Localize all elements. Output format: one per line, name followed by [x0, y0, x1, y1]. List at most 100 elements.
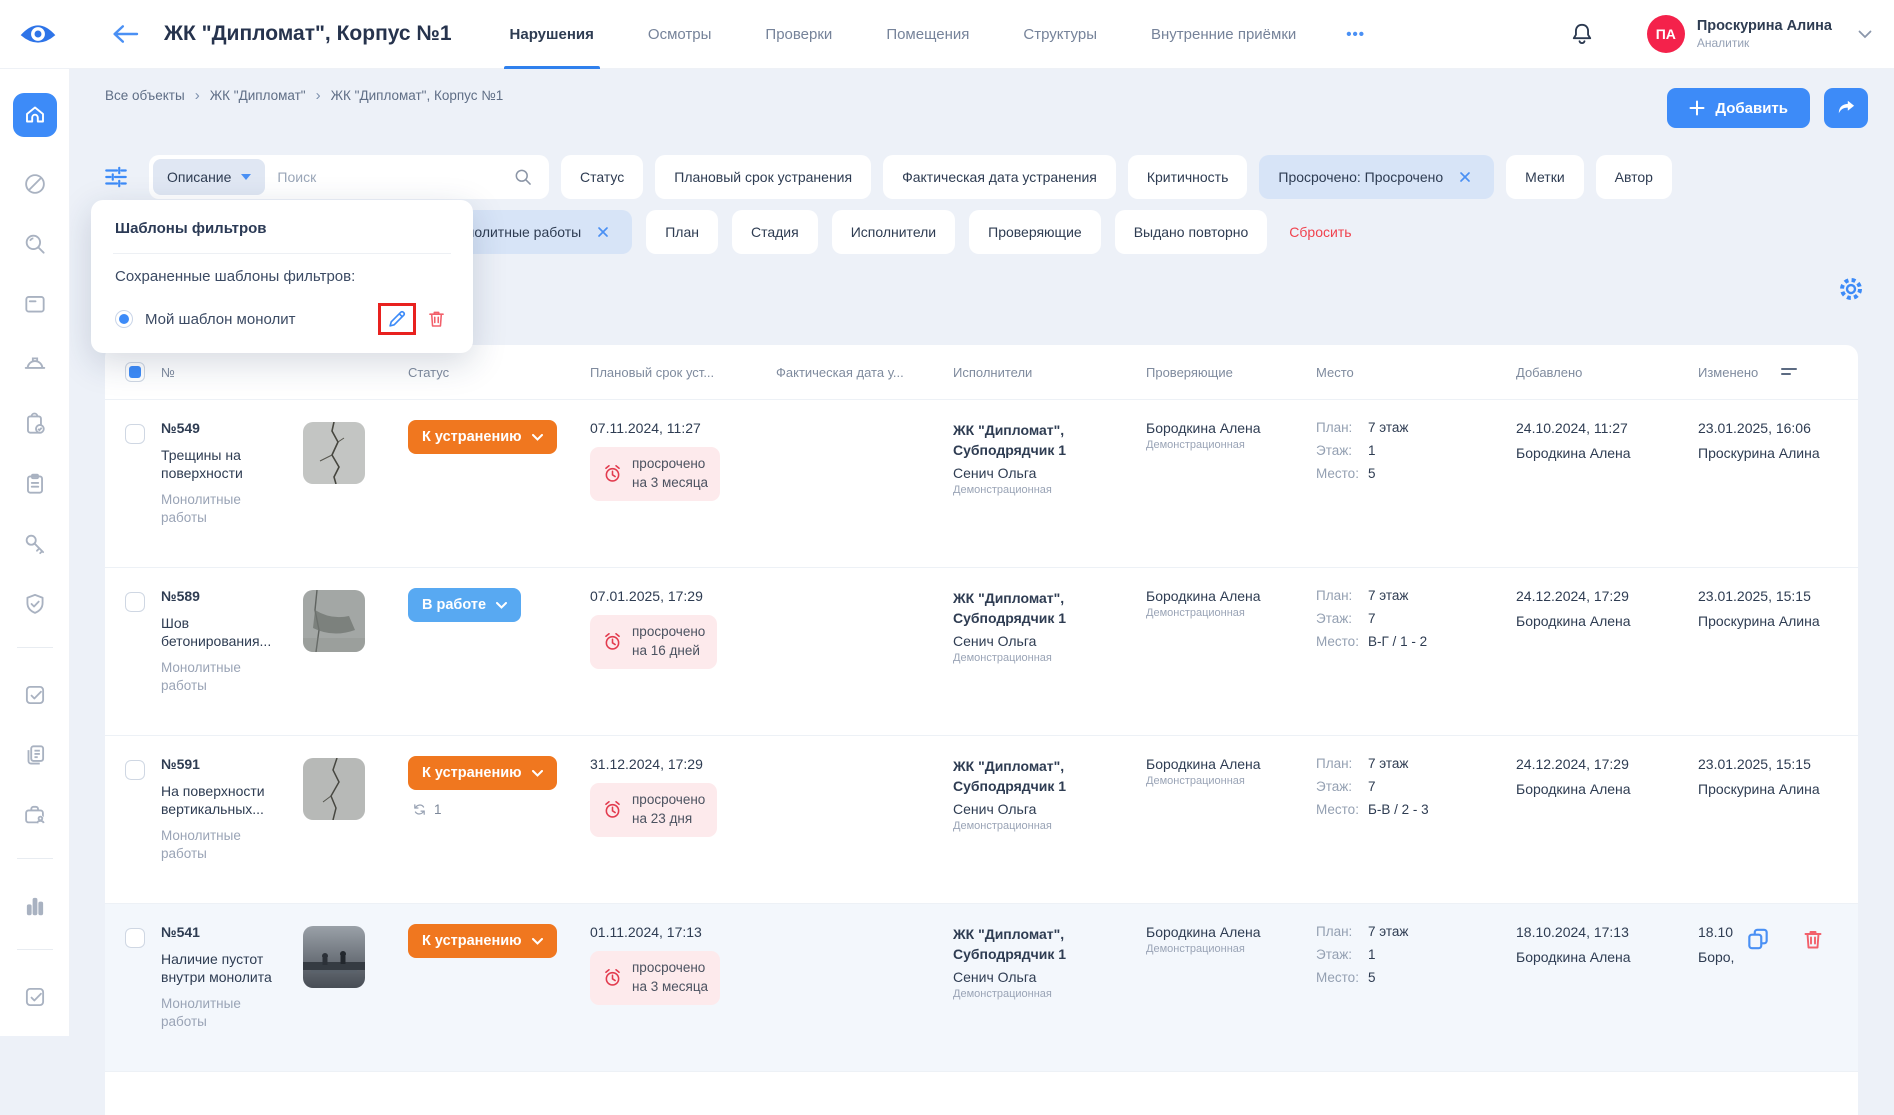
sort-icon[interactable] — [1781, 367, 1797, 379]
violation-photo-thumbnail[interactable] — [303, 422, 365, 484]
row-checkbox[interactable] — [125, 424, 145, 444]
copy-violation-button[interactable] — [1745, 926, 1771, 952]
table-row[interactable]: №549 Трещины на поверхности Монолитные р… — [105, 400, 1858, 568]
shield-check-icon — [22, 591, 48, 617]
remove-filter-x-icon[interactable] — [1455, 167, 1475, 187]
sidebar-item-keys[interactable] — [22, 531, 48, 557]
row-hover-actions — [1745, 926, 1825, 952]
share-arrow-icon — [1836, 99, 1856, 117]
sidebar-item-reports[interactable] — [22, 742, 48, 768]
sidebar-item-search[interactable] — [22, 231, 48, 257]
breadcrumb-building[interactable]: ЖК "Дипломат", Корпус №1 — [331, 88, 504, 103]
sidebar-item-approvals[interactable] — [22, 984, 48, 1010]
filter-pill-reissued[interactable]: Выдано повторно — [1115, 210, 1268, 254]
search-magnifier-icon — [513, 167, 533, 187]
tab-structures[interactable]: Структуры — [1023, 0, 1097, 69]
sidebar-item-home[interactable] — [13, 93, 57, 137]
remove-filter-x-icon[interactable] — [593, 222, 613, 242]
filter-pill-planned-date[interactable]: Плановый срок устранения — [655, 155, 871, 199]
filter-pill-stage[interactable]: Стадия — [732, 210, 818, 254]
more-tabs-ellipsis-icon[interactable]: ••• — [1346, 26, 1365, 43]
sidebar-item-warranty[interactable] — [22, 591, 48, 617]
planned-date: 07.01.2025, 17:29 — [590, 588, 758, 604]
filter-pill-overdue-active[interactable]: Просрочено: Просрочено — [1259, 155, 1494, 199]
executor-person: Сенич Ольга — [953, 801, 1129, 817]
reset-filters-button[interactable]: Сбросить — [1289, 224, 1351, 240]
sidebar-item-tasks[interactable] — [22, 682, 48, 708]
filter-pill-actual-date[interactable]: Фактическая дата устранения — [883, 155, 1116, 199]
breadcrumb-all-objects[interactable]: Все объекты — [105, 88, 185, 103]
sidebar-item-documents-card[interactable] — [22, 291, 48, 317]
tab-violations[interactable]: Нарушения — [510, 0, 594, 69]
delete-violation-button[interactable] — [1801, 927, 1825, 952]
table-row[interactable]: №591 На поверхности вертикальных... Моно… — [105, 736, 1858, 904]
task-check-icon — [22, 682, 48, 708]
filter-bar: Описание Статус Плановый срок устранения… — [103, 155, 1672, 199]
breadcrumb-project[interactable]: ЖК "Дипломат" — [210, 88, 306, 103]
status-button[interactable]: К устранению — [408, 420, 557, 454]
alarm-clock-icon — [602, 799, 623, 820]
status-button[interactable]: К устранению — [408, 756, 557, 790]
sidebar-item-construction[interactable] — [22, 351, 48, 377]
sidebar-item-inspections[interactable] — [22, 411, 48, 437]
violation-title: На поверхности вертикальных... — [161, 782, 285, 818]
tab-internal-acceptances[interactable]: Внутренние приёмки — [1151, 0, 1296, 69]
reviewer-note: Демонстрационная — [1146, 607, 1306, 619]
export-share-button[interactable] — [1824, 88, 1868, 128]
table-settings-gear-button[interactable] — [1834, 273, 1868, 307]
filter-pill-executors[interactable]: Исполнители — [832, 210, 955, 254]
tab-checks[interactable]: Проверки — [765, 0, 832, 69]
added-date: 24.12.2024, 17:29 — [1516, 588, 1686, 604]
status-button[interactable]: В работе — [408, 588, 521, 622]
planned-date: 01.11.2024, 17:13 — [590, 924, 758, 940]
col-header-number: № — [161, 365, 175, 380]
filter-pill-status[interactable]: Статус — [561, 155, 643, 199]
search-input[interactable] — [265, 169, 513, 185]
table-row[interactable]: №589 Шов бетонирования... Монолитные раб… — [105, 568, 1858, 736]
violation-photo-thumbnail[interactable] — [303, 590, 365, 652]
alarm-clock-icon — [602, 631, 623, 652]
violation-category: Монолитные работы — [161, 659, 285, 694]
delete-template-button[interactable] — [426, 308, 447, 330]
filter-pill-criticality[interactable]: Критичность — [1128, 155, 1248, 199]
select-all-checkbox[interactable] — [125, 362, 145, 382]
sidebar-item-contractors[interactable] — [22, 802, 48, 828]
changed-date: 23.01.2025, 15:15 — [1698, 588, 1853, 604]
tab-inspections[interactable]: Осмотры — [648, 0, 712, 69]
filter-bar-row2: Монолитные работы План Стадия Исполнител… — [428, 210, 1352, 254]
notifications-bell-icon[interactable] — [1569, 21, 1595, 47]
violation-photo-thumbnail[interactable] — [303, 926, 365, 988]
search-field-dropdown[interactable]: Описание — [153, 159, 265, 195]
reviewer-note: Демонстрационная — [1146, 439, 1306, 451]
row-checkbox[interactable] — [125, 760, 145, 780]
copy-icon — [1745, 926, 1771, 952]
row-checkbox[interactable] — [125, 592, 145, 612]
user-avatar[interactable]: ПА — [1647, 15, 1685, 53]
user-role: Аналитик — [1697, 36, 1832, 51]
sidebar-item-analytics[interactable] — [22, 893, 48, 919]
sidebar-item-checklists[interactable] — [22, 471, 48, 497]
template-radio-selected[interactable] — [115, 310, 133, 328]
filter-settings-button[interactable] — [103, 160, 137, 194]
tab-rooms[interactable]: Помещения — [886, 0, 969, 69]
back-arrow-icon[interactable] — [110, 22, 140, 46]
place-spot-value: 5 — [1368, 466, 1501, 481]
table-row[interactable]: №541 Наличие пустот внутри монолита Моно… — [105, 904, 1858, 1072]
row-checkbox[interactable] — [125, 928, 145, 948]
place-plan-value: 7 этаж — [1368, 588, 1501, 603]
overdue-line1: просрочено — [632, 455, 708, 474]
status-button[interactable]: К устранению — [408, 924, 557, 958]
overdue-line2: на 16 дней — [632, 642, 705, 661]
filter-pill-plan[interactable]: План — [646, 210, 718, 254]
edit-template-button[interactable] — [386, 308, 408, 330]
add-button[interactable]: Добавить — [1667, 88, 1810, 128]
overdue-badge: просрочено на 3 месяца — [590, 951, 720, 1005]
filter-pill-reviewers[interactable]: Проверяющие — [969, 210, 1101, 254]
col-header-executors: Исполнители — [953, 365, 1032, 380]
sidebar-item-prohibited[interactable] — [22, 171, 48, 197]
user-menu-chevron-down-icon[interactable] — [1858, 30, 1872, 39]
filter-pill-author[interactable]: Автор — [1596, 155, 1672, 199]
filter-pill-labels[interactable]: Метки — [1506, 155, 1584, 199]
executor-note: Демонстрационная — [953, 484, 1129, 496]
violation-photo-thumbnail[interactable] — [303, 758, 365, 820]
